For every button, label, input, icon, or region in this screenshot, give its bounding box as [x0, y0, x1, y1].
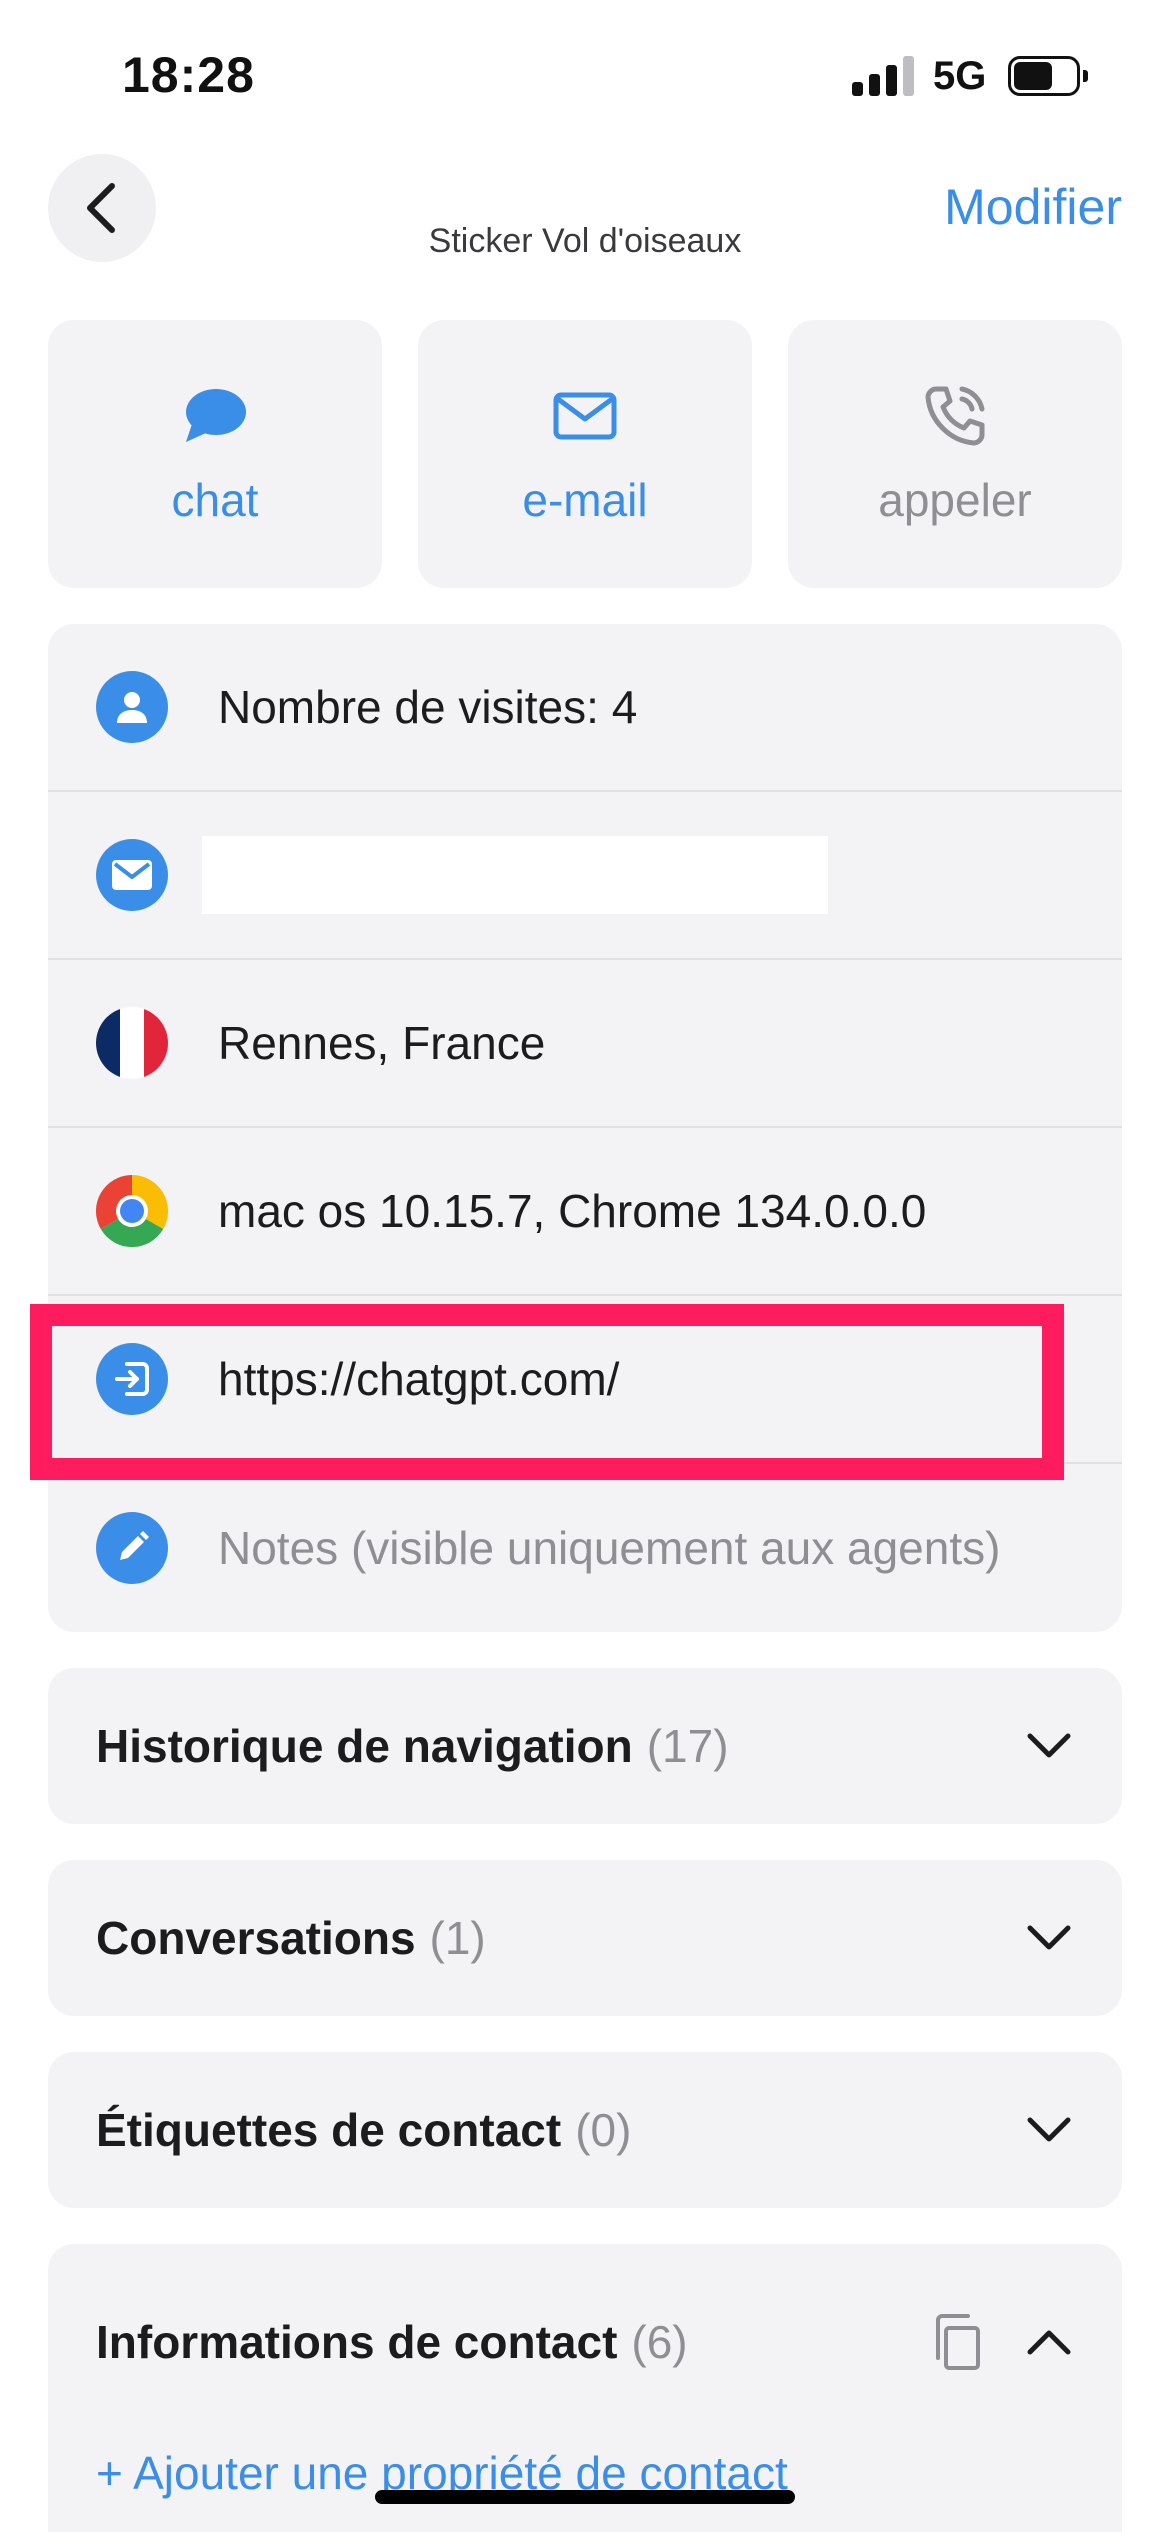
- email-value-redacted: [202, 836, 828, 914]
- section-contact-info: Informations de contact (6) + Ajouter un…: [48, 2244, 1122, 2532]
- section-title: Étiquettes de contact: [96, 2104, 562, 2156]
- edit-button[interactable]: Modifier: [944, 178, 1122, 236]
- nav-bar: Sticker Vol d'oiseaux Modifier: [0, 150, 1170, 300]
- chevron-up-icon[interactable]: [1024, 2317, 1074, 2367]
- chat-button[interactable]: chat: [48, 320, 382, 588]
- section-title: Informations de contact: [96, 2316, 618, 2368]
- notes-row[interactable]: Notes (visible uniquement aux agents): [48, 1464, 1122, 1632]
- network-type: 5G: [933, 54, 987, 98]
- email-button[interactable]: e-mail: [418, 320, 752, 588]
- chevron-down-icon: [1024, 1721, 1074, 1771]
- chevron-down-icon: [1024, 2105, 1074, 2155]
- email-label: e-mail: [522, 474, 648, 526]
- notes-input[interactable]: Notes (visible uniquement aux agents): [218, 1521, 1000, 1575]
- visits-count: Nombre de visites: 4: [218, 681, 638, 733]
- browser-row: mac os 10.15.7, Chrome 134.0.0.0: [48, 1128, 1122, 1296]
- browser-text: mac os 10.15.7, Chrome 134.0.0.0: [218, 1185, 927, 1237]
- location-row: Rennes, France: [48, 960, 1122, 1128]
- action-buttons: chat e-mail appeler: [48, 320, 1122, 588]
- section-title: Conversations: [96, 1912, 416, 1964]
- mail-icon: [553, 392, 617, 440]
- user-icon: [96, 671, 168, 743]
- status-time: 18:28: [122, 47, 255, 103]
- copy-icon[interactable]: [928, 2312, 988, 2372]
- chat-label: chat: [171, 474, 259, 526]
- chat-bubble-icon: [186, 389, 246, 442]
- call-button[interactable]: appeler: [788, 320, 1122, 588]
- pencil-icon: [96, 1512, 168, 1584]
- section-count: (1): [429, 1912, 486, 1964]
- chevron-down-icon: [1024, 1913, 1074, 1963]
- section-navigation-history[interactable]: Historique de navigation (17): [48, 1668, 1122, 1824]
- section-title: Historique de navigation: [96, 1720, 633, 1772]
- visitor-info-card: Nombre de visites: 4 Rennes, France mac …: [48, 624, 1122, 1632]
- highlight-box: [30, 1304, 1064, 1480]
- france-flag-icon: [96, 1007, 168, 1079]
- section-conversations[interactable]: Conversations (1): [48, 1860, 1122, 2016]
- location-text: Rennes, France: [218, 1017, 546, 1069]
- visits-row: Nombre de visites: 4: [48, 624, 1122, 792]
- section-count: (17): [646, 1720, 729, 1772]
- call-label: appeler: [878, 474, 1032, 526]
- section-contact-tags[interactable]: Étiquettes de contact (0): [48, 2052, 1122, 2208]
- chrome-icon: [96, 1175, 168, 1247]
- status-bar: 18:28 5G: [0, 0, 1170, 150]
- mail-icon: [96, 839, 168, 911]
- battery-icon: [1008, 56, 1088, 96]
- contact-info-header[interactable]: Informations de contact (6): [96, 2302, 1074, 2382]
- phone-icon: [925, 386, 985, 446]
- email-row[interactable]: [48, 792, 1122, 960]
- section-count: (0): [575, 2104, 632, 2156]
- section-count: (6): [631, 2316, 688, 2368]
- home-indicator: [375, 2490, 795, 2504]
- signal-icon: [852, 56, 914, 96]
